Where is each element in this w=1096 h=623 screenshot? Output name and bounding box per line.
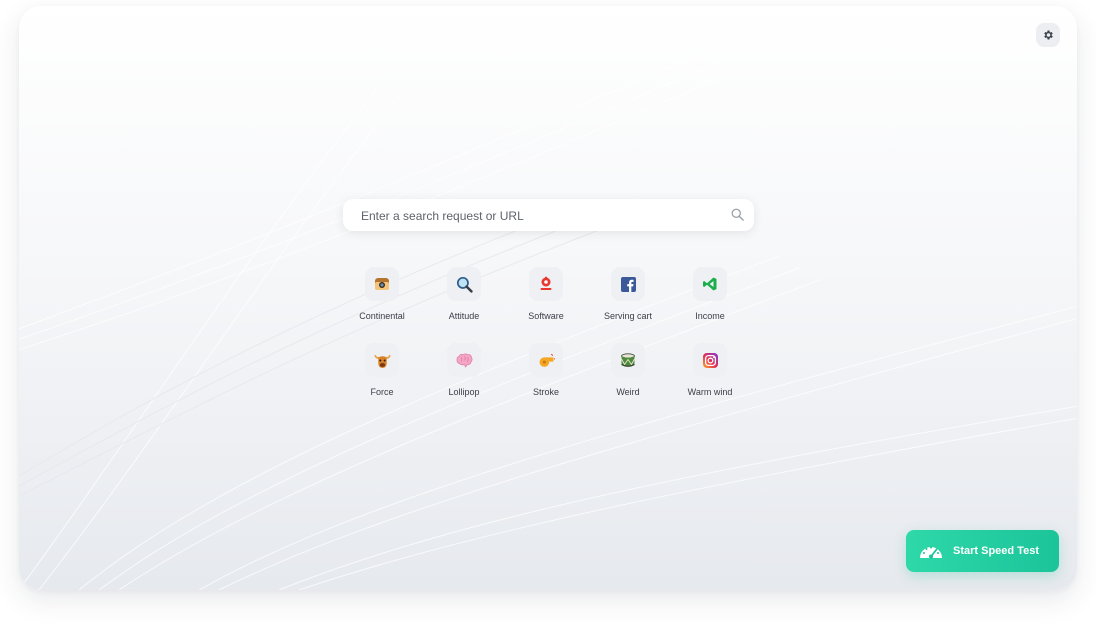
shortcut-icon-box	[529, 267, 563, 301]
search-input[interactable]	[359, 199, 723, 233]
shortcut-icon-box	[529, 343, 563, 377]
instagram-icon	[702, 352, 718, 368]
shortcut-continental[interactable]: Continental	[341, 267, 423, 337]
magnifier-icon	[456, 276, 473, 293]
speed-test-label: Start Speed Test	[953, 545, 1039, 557]
shortcut-income[interactable]: Income	[669, 267, 751, 337]
search-bar[interactable]	[343, 199, 754, 233]
shortcut-weird[interactable]: Weird	[587, 343, 669, 413]
shortcut-icon-box	[693, 343, 727, 377]
shortcut-label: Stroke	[532, 387, 559, 397]
start-speed-test-button[interactable]: Start Speed Test	[906, 530, 1059, 572]
bull-icon	[373, 354, 391, 368]
gear-icon	[1044, 30, 1053, 40]
shortcut-label: Serving cart	[603, 311, 653, 321]
shortcut-stroke[interactable]: Stroke	[505, 343, 587, 413]
shortcut-label: Income	[695, 311, 725, 321]
brain-icon	[456, 352, 472, 368]
shortcut-icon-box	[611, 267, 645, 301]
shortcut-icon-box	[611, 343, 645, 377]
new-tab-page: Continental Attitude Software	[19, 6, 1077, 590]
search-icon[interactable]	[730, 207, 745, 222]
gear-flag-icon	[540, 276, 552, 290]
shortcut-attitude[interactable]: Attitude	[423, 267, 505, 337]
shortcut-icon-box	[365, 267, 399, 301]
shortcut-icon-box	[447, 267, 481, 301]
shortcut-icon-box	[447, 343, 481, 377]
shortcut-label: Warm wind	[687, 387, 733, 397]
drum-icon	[621, 352, 635, 367]
shortcut-serving-cart[interactable]: Serving cart	[587, 267, 669, 337]
camera-icon	[375, 278, 389, 290]
speedometer-icon	[918, 540, 944, 562]
shortcut-warm-wind[interactable]: Warm wind	[669, 343, 751, 413]
shortcut-software[interactable]: Software	[505, 267, 587, 337]
shortcut-label: Weird	[616, 387, 640, 397]
shortcut-force[interactable]: Force	[341, 343, 423, 413]
settings-button[interactable]	[1036, 23, 1060, 47]
shortcut-label: Lollipop	[448, 387, 480, 397]
shortcut-lollipop[interactable]: Lollipop	[423, 343, 505, 413]
shortcut-label: Force	[370, 387, 394, 397]
shortcut-icon-box	[365, 343, 399, 377]
shortcut-label: Software	[528, 311, 564, 321]
shortcut-label: Continental	[359, 311, 405, 321]
shortcut-icon-box	[693, 267, 727, 301]
whistle-icon	[539, 353, 555, 367]
shortcut-label: Attitude	[448, 311, 480, 321]
facebook-icon	[620, 276, 636, 292]
vscode-icon	[703, 277, 717, 291]
